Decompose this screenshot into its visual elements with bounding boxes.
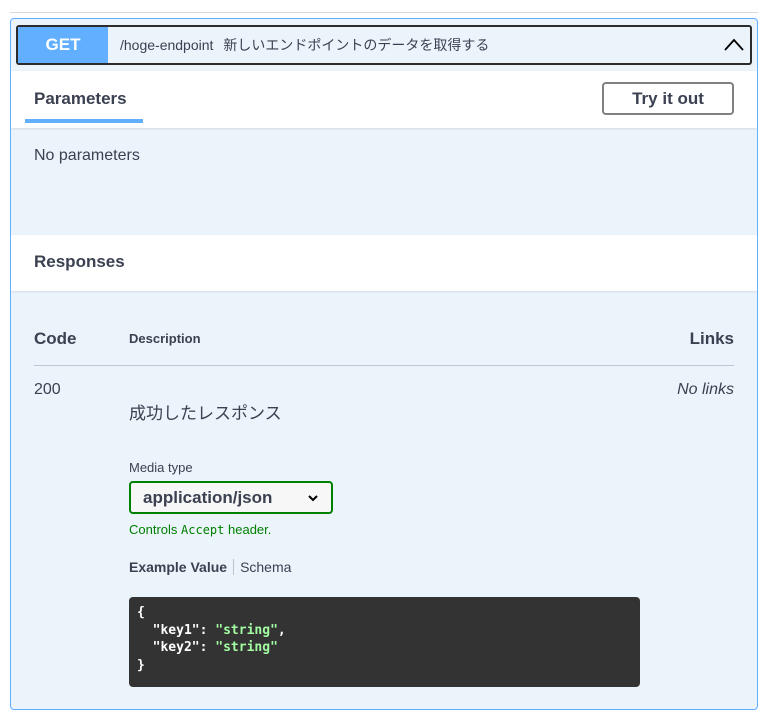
code-token: "string" <box>215 640 278 655</box>
response-description: 成功したレスポンス <box>129 404 282 423</box>
response-links: No links <box>677 381 734 398</box>
code-token: } <box>137 657 145 673</box>
code-token: , <box>277 622 286 638</box>
media-type-select[interactable]: application/json <box>129 481 333 514</box>
response-code: 200 <box>34 381 61 398</box>
responses-header: Responses <box>11 235 757 291</box>
try-it-out-button[interactable]: Try it out <box>602 82 734 115</box>
code-token: "key1": <box>137 622 216 638</box>
note-text: Controls <box>129 522 182 537</box>
chevron-down-icon <box>308 494 318 501</box>
example-tabs: Example Value Schema <box>129 559 291 575</box>
responses-title: Responses <box>34 252 125 271</box>
media-type-value: application/json <box>143 487 273 507</box>
operation-path: /hoge-endpoint <box>120 37 214 53</box>
controls-accept-note: Controls Accept header. <box>129 522 271 537</box>
col-links: Links <box>689 329 734 348</box>
no-parameters-text: No parameters <box>34 147 140 164</box>
example-code-block: { "key1": "string", "key2": "string" } <box>129 597 640 687</box>
col-description: Description <box>129 331 201 346</box>
code-token: "key2": <box>137 640 216 655</box>
divider <box>10 12 758 13</box>
media-type-label: Media type <box>129 460 193 475</box>
parameters-header: Parameters Try it out <box>11 71 757 128</box>
tab-parameters[interactable]: Parameters <box>34 89 127 109</box>
tab-example-value[interactable]: Example Value <box>129 559 235 575</box>
method-badge: GET <box>18 27 108 63</box>
code-token: "string" <box>215 622 278 638</box>
chevron-up-icon[interactable] <box>724 35 744 55</box>
operation-description: 新しいエンドポイントのデータを取得する <box>223 37 490 53</box>
tab-underline <box>25 119 143 123</box>
col-code: Code <box>34 329 77 348</box>
code-token: { <box>137 605 145 620</box>
operation-block: GET /hoge-endpoint 新しいエンドポイントのデータを取得する P… <box>10 18 758 710</box>
tab-schema[interactable]: Schema <box>234 559 291 575</box>
note-text: header. <box>224 522 272 537</box>
table-divider <box>34 365 734 366</box>
operation-summary[interactable]: GET /hoge-endpoint 新しいエンドポイントのデータを取得する <box>16 25 752 65</box>
note-code: Accept <box>181 523 225 537</box>
